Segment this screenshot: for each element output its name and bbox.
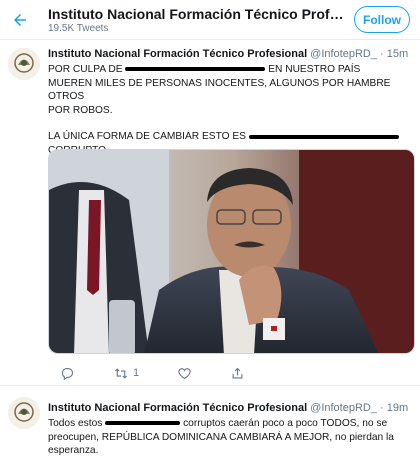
retweet-icon (114, 367, 128, 379)
author-handle[interactable]: @InfotepRD_ · 15m (310, 48, 408, 60)
text-line: esperanza. (48, 445, 99, 457)
text-fragment: corruptos caerán poco a poco TODOS, no s… (183, 418, 388, 429)
like-icon (178, 367, 191, 379)
tweet-text: POR CULPA DE EN NUESTRO PAÍS MUEREN MILE… (48, 63, 413, 158)
back-arrow-icon (14, 14, 26, 26)
text-line: preocupen, REPÚBLICA DOMINICANA CAMBIARÁ… (48, 431, 394, 443)
tweet-count: 19.5K Tweets (48, 23, 109, 34)
retweet-button[interactable]: 1 (113, 366, 139, 381)
tweet-text: Todos estos corruptos caerán poco a poco… (48, 417, 413, 458)
tweet-time[interactable]: · 15m (380, 48, 408, 60)
tweet-author[interactable]: Instituto Nacional Formación Técnico Pro… (48, 48, 408, 60)
author-handle[interactable]: @InfotepRD_ · 19m (310, 402, 408, 414)
retweet-count: 1 (133, 367, 140, 379)
like-button[interactable] (177, 366, 192, 381)
share-icon (232, 367, 243, 378)
share-button[interactable] (230, 366, 245, 381)
reply-button[interactable] (60, 366, 75, 381)
text-line: MUEREN MILES DE PERSONAS INOCENTES, ALGU… (48, 77, 391, 103)
author-name[interactable]: Instituto Nacional Formación Técnico Pro… (48, 48, 307, 60)
follow-button[interactable]: Follow (354, 6, 410, 33)
text-fragment: EN NUESTRO PAÍS (268, 64, 361, 75)
tweet-author[interactable]: Instituto Nacional Formación Técnico Pro… (48, 402, 408, 414)
profile-title: Instituto Nacional Formación Técnico Pro… (48, 6, 348, 22)
reply-icon (61, 367, 74, 380)
tweet[interactable]: Instituto Nacional Formación Técnico Pro… (0, 387, 420, 460)
text-fragment: Todos estos (48, 418, 103, 429)
author-name[interactable]: Instituto Nacional Formación Técnico Pro… (48, 402, 307, 414)
tweet-time[interactable]: · 19m (380, 402, 408, 414)
handle-text[interactable]: @InfotepRD_ (310, 48, 377, 60)
redaction-bar (125, 67, 266, 72)
tweet-actions: 1 (60, 364, 283, 382)
text-fragment: POR CULPA DE (48, 64, 123, 75)
tweet-photo[interactable] (48, 149, 415, 354)
avatar[interactable] (8, 48, 40, 80)
avatar[interactable] (8, 397, 40, 429)
text-line: POR ROBOS. (48, 104, 113, 116)
tweet[interactable]: Instituto Nacional Formación Técnico Pro… (0, 40, 420, 386)
redaction-bar (105, 421, 181, 426)
profile-header: Instituto Nacional Formación Técnico Pro… (0, 0, 420, 40)
handle-text[interactable]: @InfotepRD_ (310, 402, 377, 414)
redaction-bar (248, 134, 399, 139)
text-fragment: LA ÚNICA FORMA DE CAMBIAR ESTO ES (48, 131, 246, 143)
back-button[interactable] (8, 8, 32, 32)
